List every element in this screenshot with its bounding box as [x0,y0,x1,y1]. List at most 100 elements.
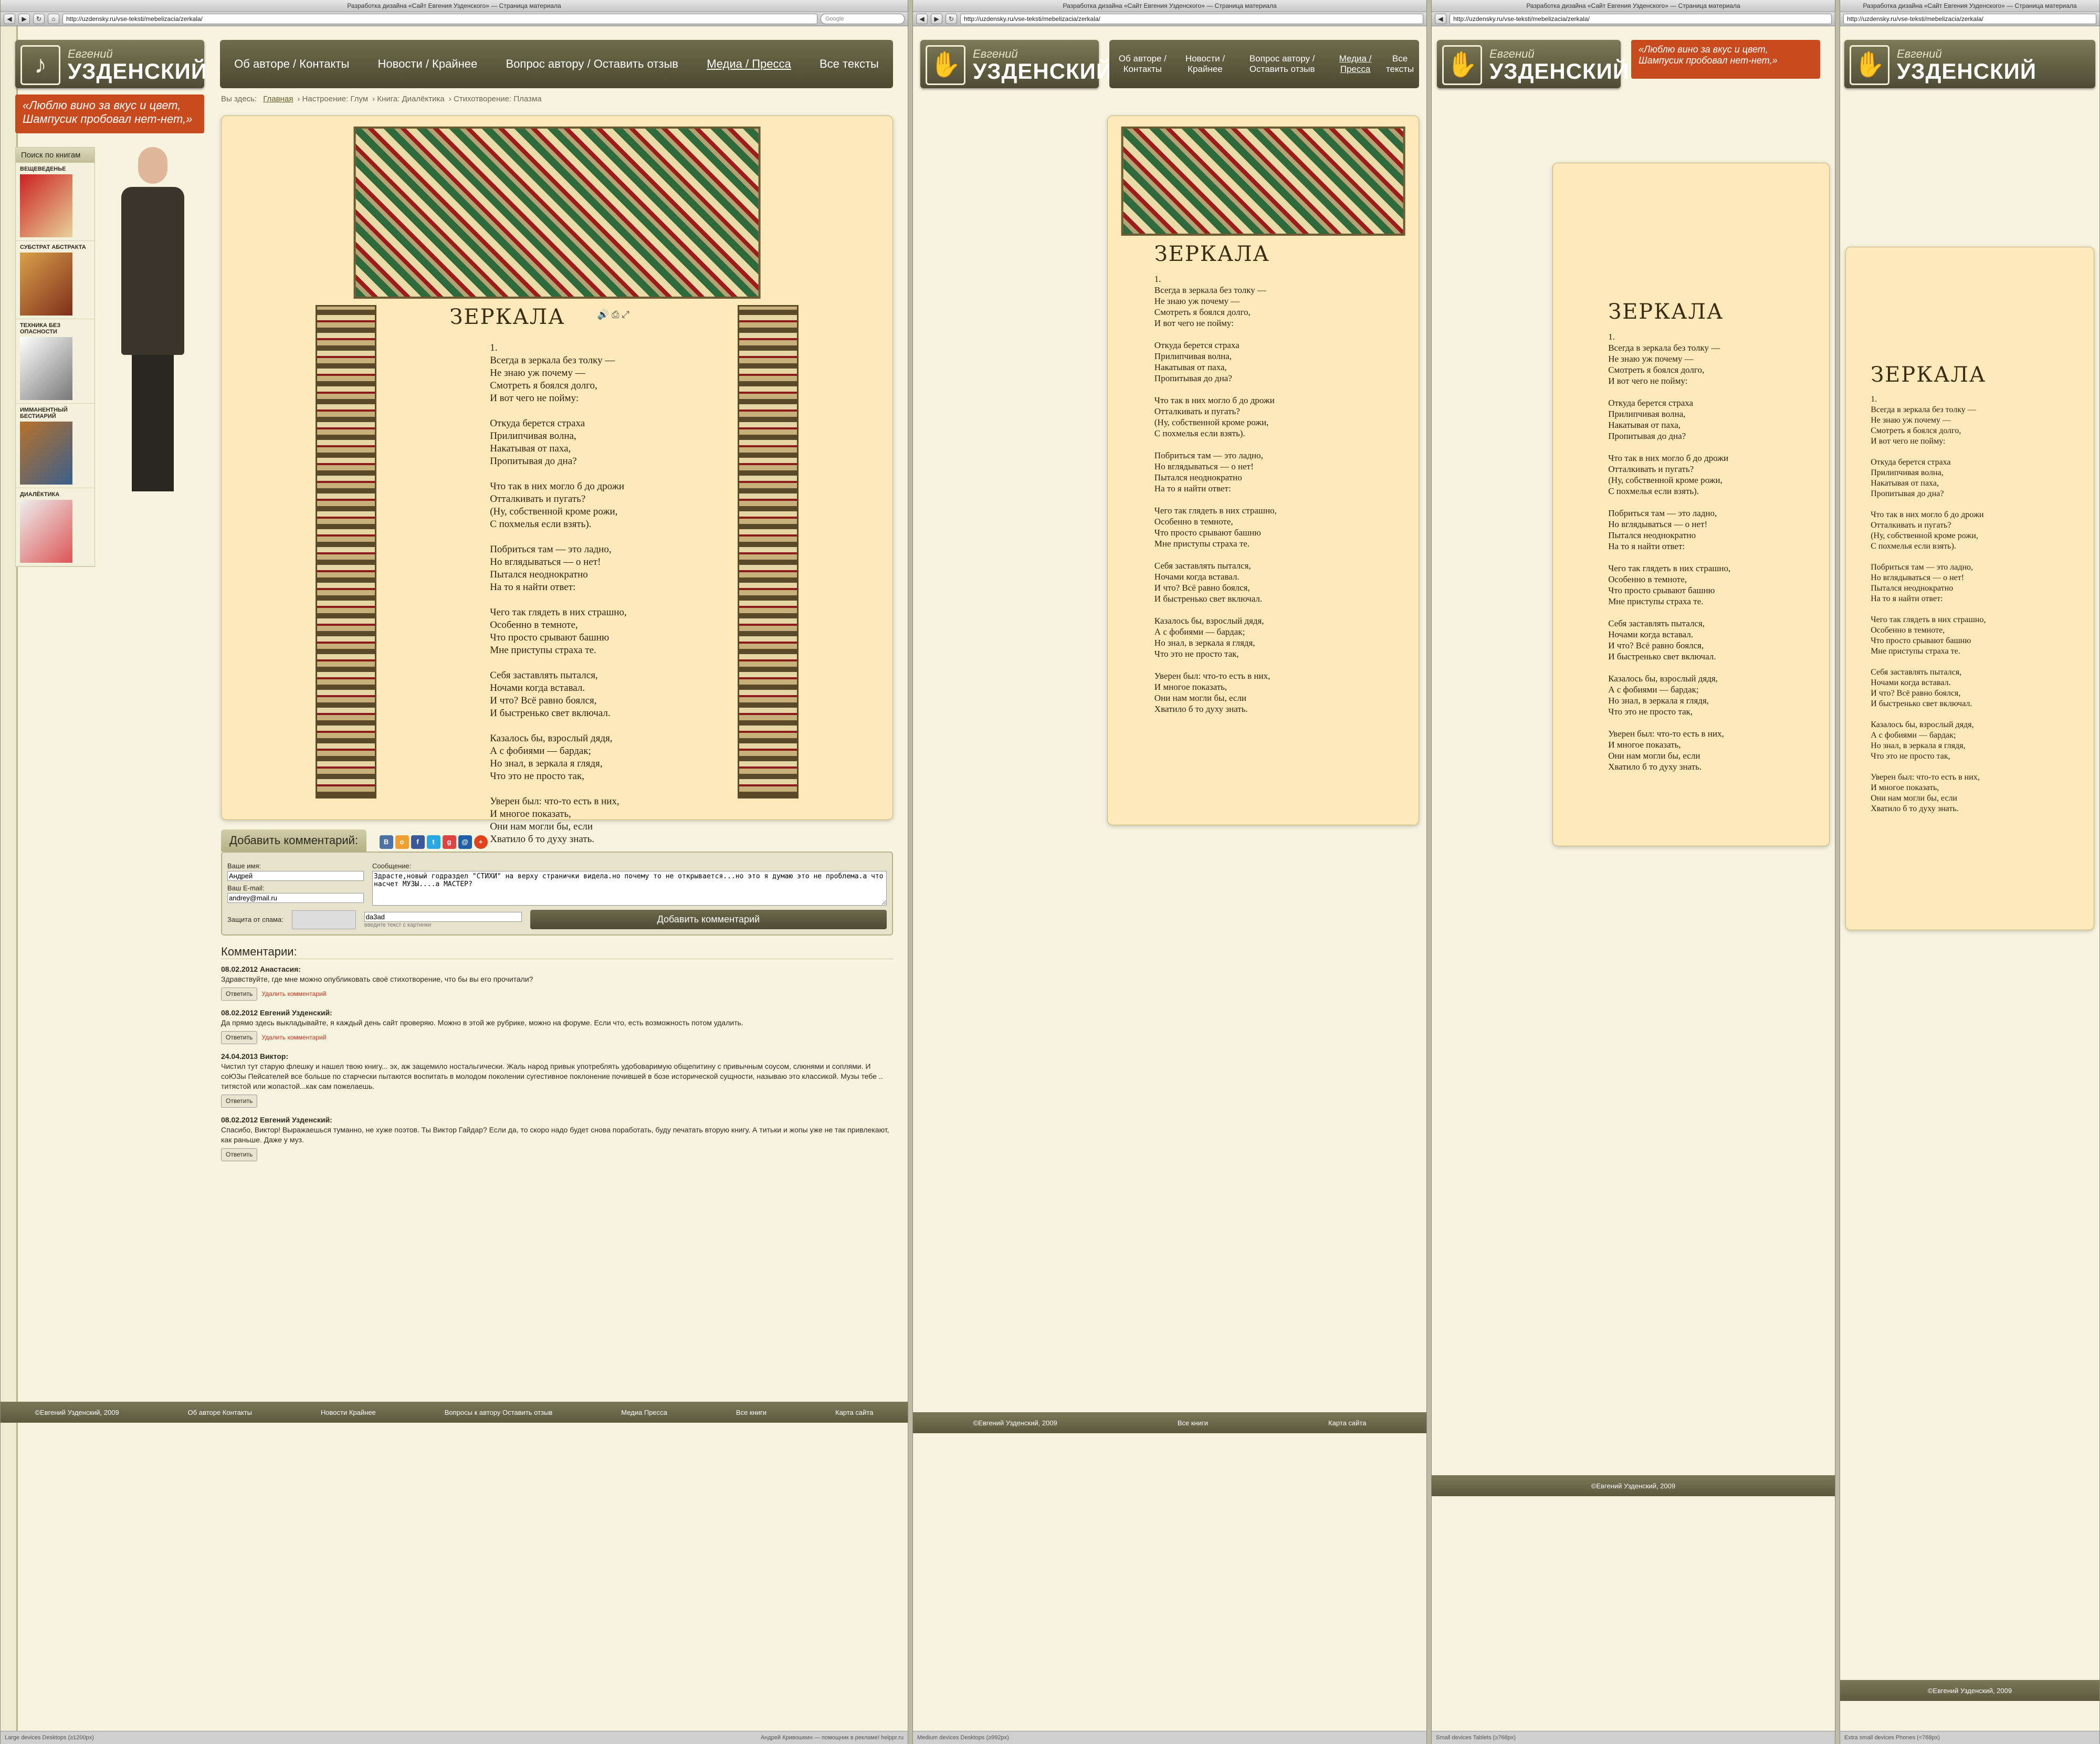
nav-news[interactable]: Новости / Крайнее [374,57,482,71]
poem-paper: ЗЕРКАЛА 1. Всегда в зеркала без толку — … [1845,247,2094,930]
site-header: ✋ Евгений УЗДЕНСКИЙ Об авторе / Контакты… [920,36,1419,88]
fullscreen-icon[interactable]: ⤢ [622,309,629,320]
reload-icon[interactable]: ↻ [33,14,45,24]
browser-toolbar: http://uzdensky.ru/vse-teksti/mebelizaci… [1840,12,2099,26]
author-photo [100,147,205,514]
facebook-icon[interactable]: f [411,835,425,849]
crumb-book[interactable]: Книга: Диалёктика [377,94,444,103]
search-input[interactable]: Google [821,14,905,24]
main-nav: Об авторе / Контакты Новости / Крайнее В… [220,40,893,88]
site-page: ♪ Евгений УЗДЕНСКИЙ Об авторе / Контакты… [1,26,908,1731]
reply-button[interactable]: Ответить [221,987,258,1001]
reply-button[interactable]: Ответить [221,1095,258,1108]
email-field[interactable] [227,893,364,903]
twitter-icon[interactable]: t [426,835,440,849]
site-header: ♪ Евгений УЗДЕНСКИЙ Об авторе / Контакты… [15,36,893,88]
nav-question[interactable]: Вопрос автору / Оставить отзыв [502,57,682,71]
footer-link[interactable]: Все книги [736,1409,766,1416]
lyre-icon: ♪ [20,45,60,85]
back-icon[interactable]: ◀ [1435,14,1446,24]
url-bar[interactable]: http://uzdensky.ru/vse-teksti/mebelizaci… [1450,14,1832,24]
window-title: Разработка дизайна «Сайт Евгения Узденск… [1840,0,2099,12]
reload-icon[interactable]: ↻ [946,14,957,24]
url-bar[interactable]: http://uzdensky.ru/vse-teksti/mebelizaci… [62,14,817,24]
delete-comment-link[interactable]: Удалить комментарий [261,1034,326,1041]
more-icon[interactable]: + [474,835,488,849]
comment-item: 08.02.2012 Евгений Узденский: Спасибо, В… [221,1115,893,1161]
nav-all-texts[interactable]: Все тексты [815,57,883,71]
hand-icon: ✋ [926,45,965,85]
book-item[interactable]: СУБСТРАТ АБСТРАКТА [16,241,94,319]
nav-media[interactable]: Медиа / Пресса [702,57,795,71]
book-item[interactable]: ВЕЩЕВЕДЕНЬЕ [16,163,94,241]
home-icon[interactable]: ⌂ [48,14,59,24]
status-bar: Extra small devices Phones (<768px) [1840,1731,2099,1744]
book-cover [20,500,72,563]
comments-section: Добавить комментарий: B o f t g @ + Ваше… [221,829,893,1169]
url-bar[interactable]: http://uzdensky.ru/vse-teksti/mebelizaci… [1843,14,2096,24]
poem-paper: ЗЕРКАЛА 1. Всегда в зеркала без толку — … [1552,163,1830,846]
book-item[interactable]: ТЕХНИКА БЕЗ ОПАСНОСТИ [16,319,94,404]
browser-window-xsmall: Разработка дизайна «Сайт Евгения Узденск… [1840,0,2100,1744]
main-nav: Об авторе / Контакты Новости / Крайнее В… [1109,40,1419,88]
forward-icon[interactable]: ▶ [931,14,942,24]
back-icon[interactable]: ◀ [4,14,15,24]
delete-comment-link[interactable]: Удалить комментарий [261,990,326,997]
nav-about[interactable]: Об авторе / Контакты [230,57,353,71]
comment-item: 24.04.2013 Виктор: Чистил тут старую фле… [221,1052,893,1108]
breadcrumb: Вы здесь: Главная › Настроение: Глум › Кни… [221,94,542,103]
window-title: Разработка дизайна «Сайт Евгения Узденск… [1432,0,1835,12]
reply-button[interactable]: Ответить [221,1031,258,1044]
browser-toolbar: ◀ ▶ ↻ http://uzdensky.ru/vse-teksti/mebe… [913,12,1426,26]
book-cover [20,174,72,237]
site-logo[interactable]: ✋ Евгений УЗДЕНСКИЙ [920,40,1112,88]
back-icon[interactable]: ◀ [916,14,928,24]
site-header: ✋ Евгений УЗДЕНСКИЙ «Люблю вино за вкус … [1437,36,1830,88]
panel-divider [1427,0,1431,1744]
name-field[interactable] [227,871,364,881]
mail-icon[interactable]: @ [458,835,472,849]
browser-window-large: Разработка дизайна «Сайт Евгения Узденск… [0,0,908,1744]
print-icon[interactable]: ⎙ [612,309,619,320]
ok-icon[interactable]: o [395,835,409,849]
forward-icon[interactable]: ▶ [18,14,30,24]
hand-icon: ✋ [1442,45,1482,85]
book-item[interactable]: ИММАНЕНТНЫЙ БЕСТИАРИЙ [16,404,94,488]
site-header: ✋ Евгений УЗДЕНСКИЙ [1844,36,2095,88]
comment-item: 08.02.2012 Евгений Узденский: Да прямо з… [221,1008,893,1044]
hand-icon: ✋ [1850,45,1889,85]
panel-divider [908,0,912,1744]
footer-link[interactable]: Медиа Пресса [621,1409,667,1416]
poem-tools: 🔊 ⎙ ⤢ [597,309,629,320]
book-item[interactable]: ДИАЛЁКТИКА [16,488,94,566]
comment-item: 08.02.2012 Анастасия: Здравствуйте, где … [221,964,893,1001]
vk-icon[interactable]: B [379,835,393,849]
share-bar: B o f t g @ + [379,835,488,849]
footer-link[interactable]: Об авторе Контакты [188,1409,252,1416]
site-logo[interactable]: ✋ Евгений УЗДЕНСКИЙ [1437,40,1629,88]
message-field[interactable]: Здрасте,новый годраздел "СТИХИ" на верху… [372,871,887,906]
site-logo[interactable]: ♪ Евгений УЗДЕНСКИЙ [15,40,207,88]
footer-link[interactable]: Вопросы к автору Оставить отзыв [445,1409,553,1416]
poem-title: ЗЕРКАЛА [449,305,565,329]
browser-window-small: Разработка дизайна «Сайт Евгения Узденск… [1431,0,1835,1744]
footer-link[interactable]: Карта сайта [835,1409,873,1416]
gplus-icon[interactable]: g [442,835,456,849]
browser-toolbar: ◀ ▶ ↻ ⌂ http://uzdensky.ru/vse-teksti/me… [1,12,908,26]
ornament-column-right [738,305,799,799]
window-title: Разработка дизайна «Сайт Евгения Узденск… [913,0,1426,12]
captcha-field[interactable] [364,912,522,922]
url-bar[interactable]: http://uzdensky.ru/vse-teksti/mebelizaci… [960,14,1423,24]
site-logo[interactable]: ✋ Евгений УЗДЕНСКИЙ [1844,40,2095,88]
reply-button[interactable]: Ответить [221,1148,258,1161]
crumb-poem: Стихотворение: Плазма [453,94,542,103]
screenshot-stage: Разработка дизайна «Сайт Евгения Узденск… [0,0,2100,1744]
add-comment-button[interactable]: Добавить комментарий [530,910,887,929]
comments-title: Комментарии: [221,945,893,959]
audio-icon[interactable]: 🔊 [597,309,609,320]
illumination-header [353,127,761,299]
footer-copyright: ©Евгений Узденский, 2009 [35,1408,119,1416]
footer-link[interactable]: Новости Крайнее [321,1409,376,1416]
crumb-mood[interactable]: Настроение: Глум [302,94,369,103]
crumb-home[interactable]: Главная [263,94,293,103]
